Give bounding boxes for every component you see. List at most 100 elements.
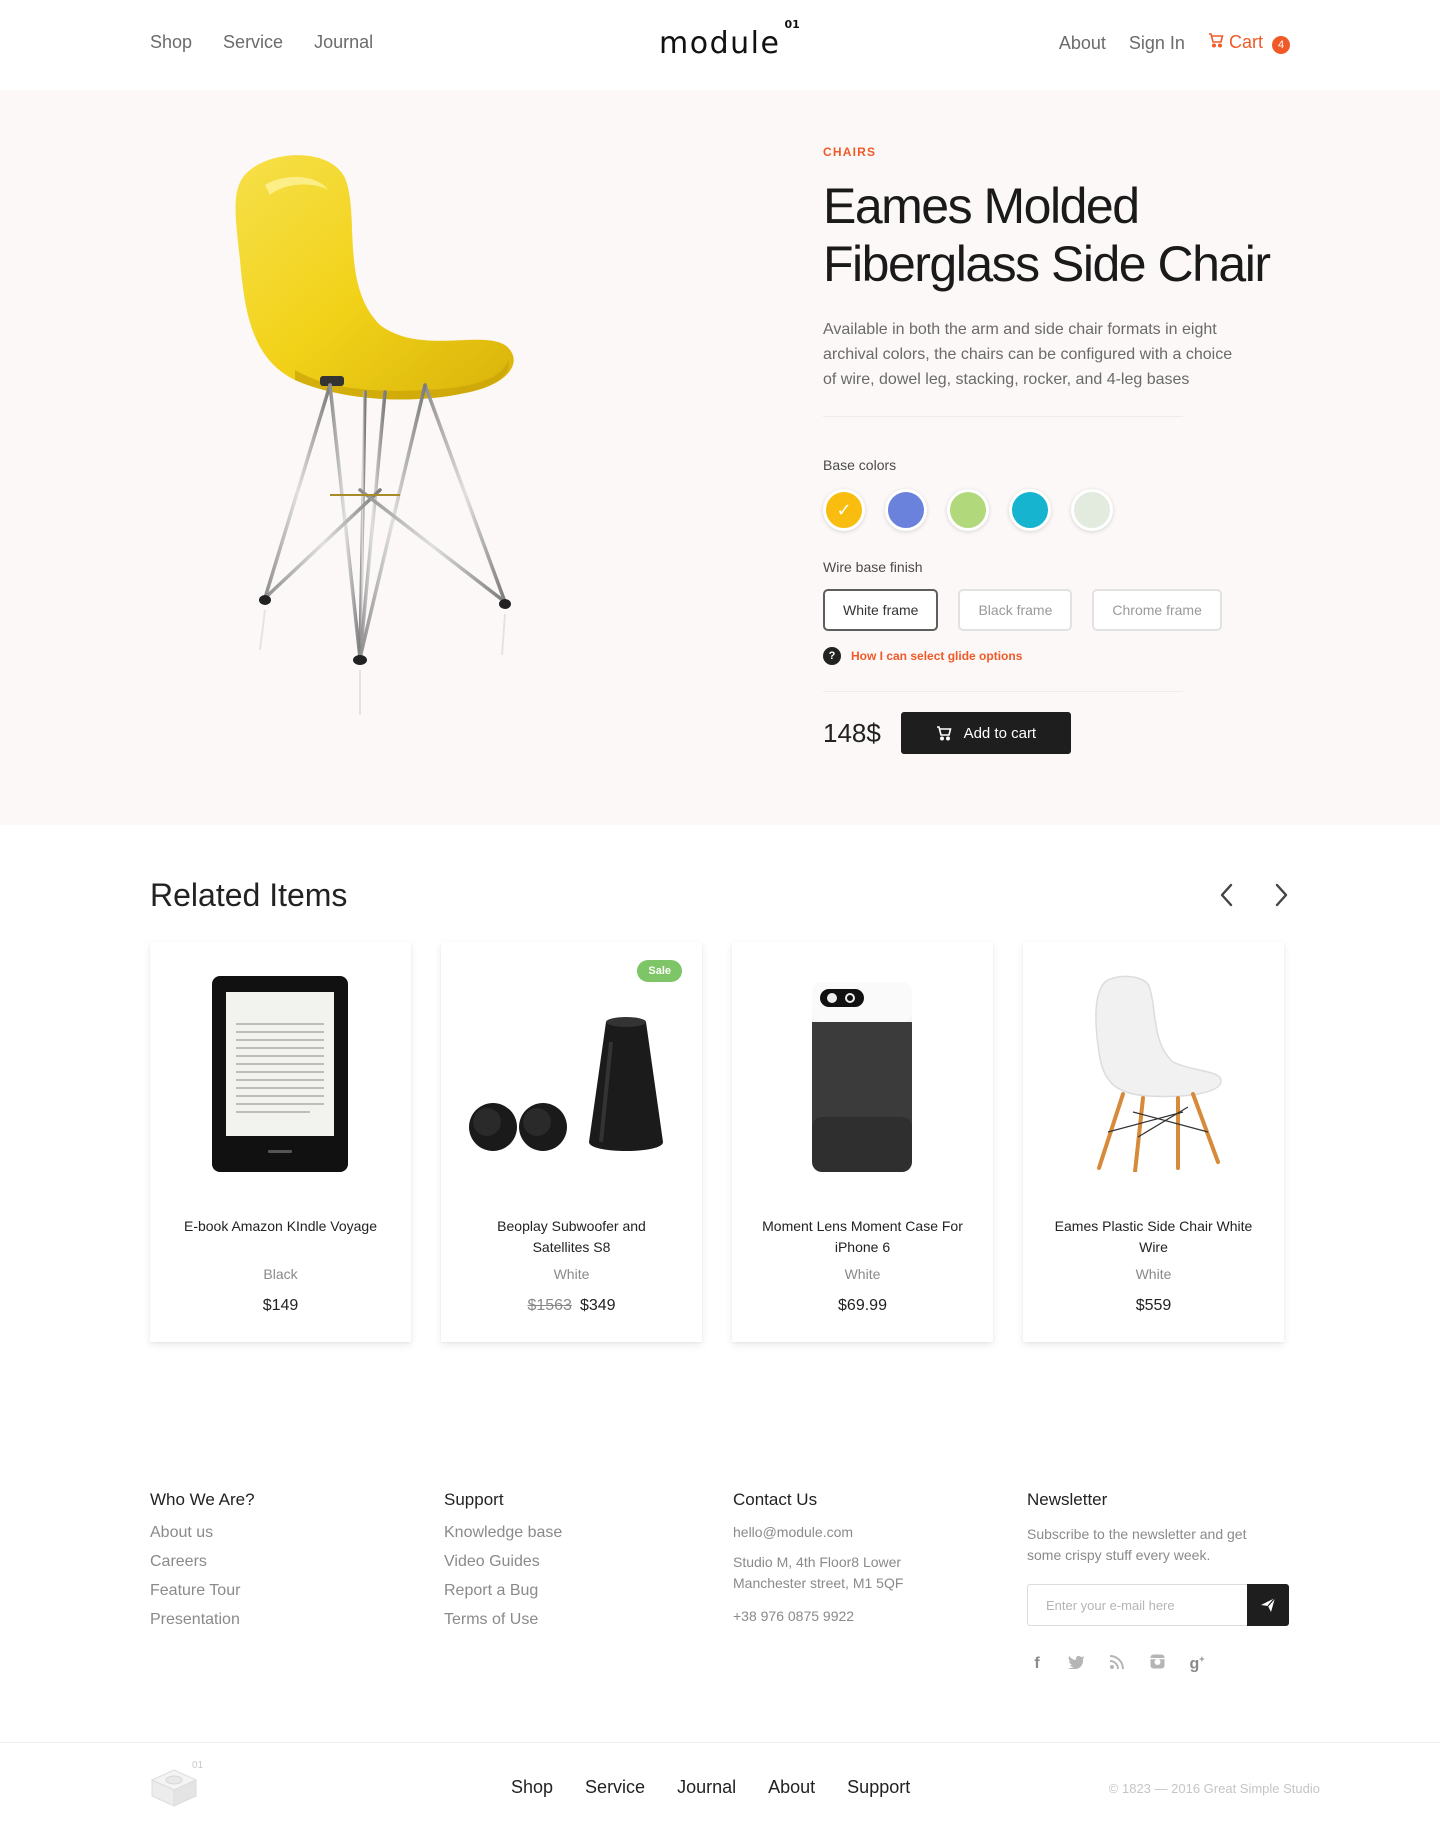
product-card-variant: Black [263,1266,298,1282]
wire-finish-label: Wire base finish [823,559,923,575]
cart-link[interactable]: Cart 4 [1208,32,1290,54]
glide-options-link[interactable]: How I can select glide options [851,649,1022,663]
footer-link-terms[interactable]: Terms of Use [444,1611,562,1629]
nav-shop[interactable]: Shop [150,32,192,53]
product-card-name: E-book Amazon KIndle Voyage [183,1218,378,1234]
add-to-cart-button[interactable]: Add to cart [900,712,1071,754]
question-icon: ? [823,647,841,665]
account-nav: About Sign In Cart 4 [1059,32,1290,54]
footer-link-presentation[interactable]: Presentation [150,1611,255,1629]
footer-contact: Contact Us hello@module.com Studio M, 4t… [733,1490,903,1627]
frame-option-black[interactable]: Black frame [958,589,1073,631]
address-line: Manchester street, M1 5QF [733,1575,904,1591]
color-swatches: ✓ [823,489,1283,531]
nav-about[interactable]: About [1059,33,1106,54]
check-icon: ✓ [836,499,852,520]
site-header: Shop Service Journal module01 About Sign… [0,0,1440,90]
product-card-price-row: $559 [1023,1297,1284,1315]
contact-phone: +38 976 0875 9922 [733,1608,855,1624]
product-title-line2: Fiberglass Side Chair [823,236,1271,292]
product-card-price: $149 [262,1297,299,1314]
footer-heading: Contact Us [733,1490,818,1509]
product-card-image [1095,975,1222,1172]
product-price: 148$ [823,717,881,748]
footer-nav-about[interactable]: About [768,1777,815,1798]
related-items-list: E-book Amazon KIndle Voyage Black $149 S… [150,942,1284,1342]
product-card-name: Eames Plastic Side Chair White Wire [1054,1218,1253,1255]
rss-icon[interactable] [1107,1654,1127,1674]
color-swatch-pale-green[interactable] [1071,489,1113,531]
product-card-variant: White [844,1266,881,1282]
color-swatch-green[interactable] [947,489,989,531]
cube-logo-icon: 01 [150,1760,204,1807]
carousel-next-arrow-icon[interactable] [1266,880,1296,910]
nav-journal[interactable]: Journal [314,32,373,53]
product-card-variant: White [1135,1266,1172,1282]
glide-help: ? How I can select glide options [823,647,1283,665]
copyright: © 1823 — 2016 Great Simple Studio [1108,1781,1320,1796]
carousel-prev-arrow-icon[interactable] [1212,880,1242,910]
footer-link-feature-tour[interactable]: Feature Tour [150,1582,255,1600]
footer-heading: Who We Are? [150,1490,255,1509]
site-logo[interactable]: module01 [659,18,800,61]
footer-support: Support Knowledge base Video Guides Repo… [444,1490,562,1640]
instagram-icon[interactable] [1147,1654,1167,1674]
product-card-image [212,976,348,1172]
newsletter-email-input[interactable] [1027,1584,1247,1626]
buy-row: 148$ Add to cart [823,712,1283,754]
social-links: f g+ [1027,1654,1289,1685]
main-nav: Shop Service Journal [150,32,373,53]
product-hero: CHAIRS Eames Molded Fiberglass Side Chai… [0,90,1440,825]
product-category: CHAIRS [823,145,877,159]
color-swatch-blue[interactable] [885,489,927,531]
product-card[interactable]: Eames Plastic Side Chair White Wire Whit… [1023,942,1284,1342]
footer-nav-journal[interactable]: Journal [677,1777,736,1798]
logo-sup: 01 [192,1760,204,1771]
color-swatch-yellow[interactable]: ✓ [823,489,865,531]
color-swatch-cyan[interactable] [1009,489,1051,531]
cart-icon [1208,33,1224,48]
product-card-name: Beoplay Subwoofer and Satellites S8 [497,1218,646,1255]
product-card-name: Moment Lens Moment Case For iPhone 6 [762,1218,963,1255]
product-card-price: $349 [579,1297,616,1314]
divider [823,416,1183,417]
address-line: Studio M, 4th Floor8 Lower [733,1554,902,1570]
product-card-old-price: $1563 [527,1297,572,1314]
divider [823,691,1183,692]
footer-who-we-are: Who We Are? About us Careers Feature Tou… [150,1490,255,1640]
logo-sup: 01 [784,18,800,31]
nav-service[interactable]: Service [223,32,283,53]
send-icon [1261,1597,1276,1612]
product-card[interactable]: Moment Lens Moment Case For iPhone 6 Whi… [732,942,993,1342]
product-card[interactable]: Sale Beoplay Subwoofer and Satellites S8… [441,942,702,1342]
product-description: Available in both the arm and side chair… [823,321,1233,388]
footer-link-about-us[interactable]: About us [150,1524,255,1542]
product-card-price-row: $149 [150,1297,411,1315]
google-plus-icon[interactable]: g+ [1187,1654,1207,1673]
footer-nav-support[interactable]: Support [847,1777,910,1798]
base-colors-label: Base colors [823,457,897,473]
footer-nav-shop[interactable]: Shop [511,1777,553,1798]
footer-link-careers[interactable]: Careers [150,1553,255,1571]
product-card-price: $69.99 [838,1297,887,1314]
contact-email-link[interactable]: hello@module.com [733,1524,903,1540]
contact-address: Studio M, 4th Floor8 Lower Manchester st… [733,1552,903,1594]
frame-option-white[interactable]: White frame [823,589,939,631]
cart-count-badge: 4 [1272,36,1290,54]
product-card-variant: White [553,1266,590,1282]
product-card[interactable]: E-book Amazon KIndle Voyage Black $149 [150,942,411,1342]
footer-heading: Newsletter [1027,1490,1108,1509]
frame-option-chrome[interactable]: Chrome frame [1092,589,1222,631]
related-items-title: Related Items [150,877,348,913]
footer-link-video-guides[interactable]: Video Guides [444,1553,562,1571]
nav-sign-in[interactable]: Sign In [1129,33,1185,54]
newsletter-submit-button[interactable] [1247,1584,1289,1626]
product-card-image [812,982,912,1172]
footer-nav-service[interactable]: Service [585,1777,645,1798]
footer-link-knowledge-base[interactable]: Knowledge base [444,1524,562,1542]
twitter-icon[interactable] [1067,1655,1087,1674]
product-card-price: $559 [1135,1297,1172,1314]
facebook-icon[interactable]: f [1027,1655,1047,1673]
product-title: Eames Molded Fiberglass Side Chair [823,177,1283,293]
footer-link-report-bug[interactable]: Report a Bug [444,1582,562,1600]
